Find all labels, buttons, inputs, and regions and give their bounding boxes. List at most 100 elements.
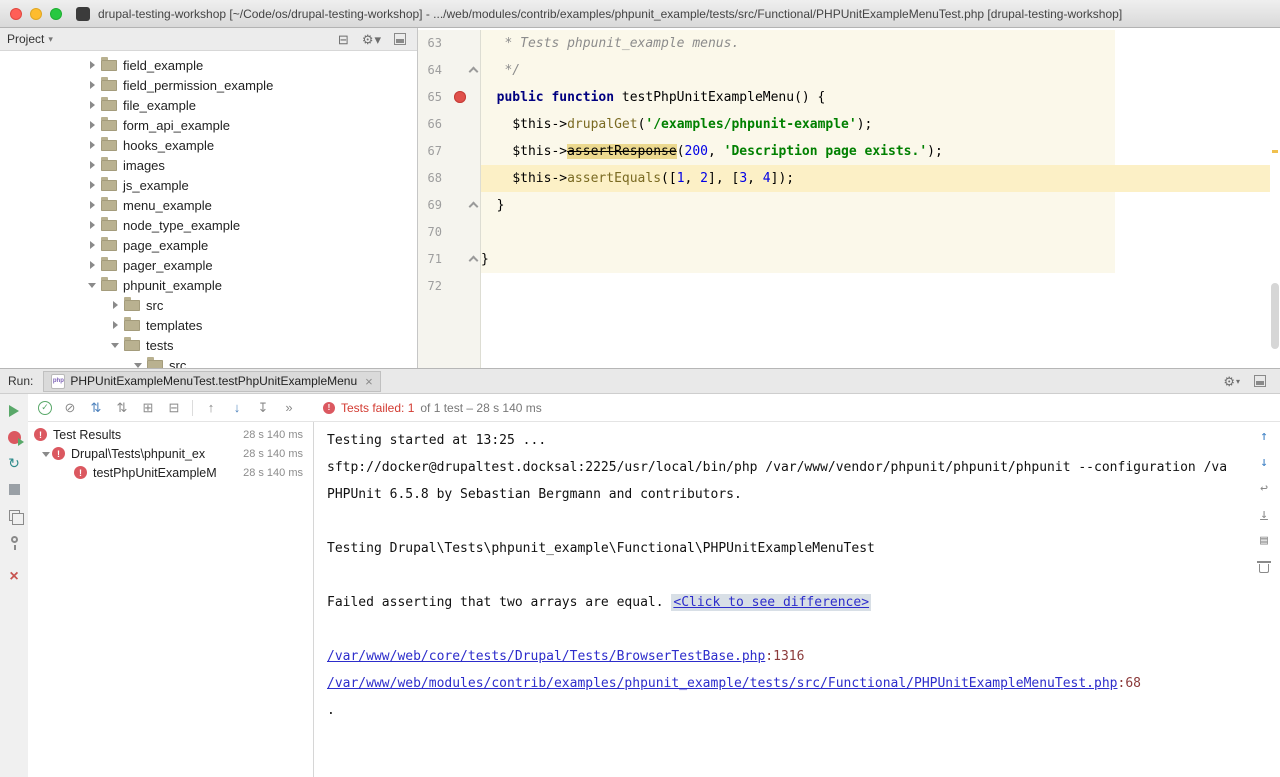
- tests-failed-text: Tests failed: 1: [341, 401, 414, 415]
- collapse-all-button[interactable]: ⊟: [166, 400, 182, 416]
- project-tree-item[interactable]: pager_example: [0, 255, 417, 275]
- minimize-window-button[interactable]: [30, 8, 42, 20]
- project-tree-item[interactable]: field_permission_example: [0, 75, 417, 95]
- diff-link[interactable]: <Click to see difference>: [671, 594, 871, 611]
- chevron-right-icon[interactable]: [109, 319, 121, 331]
- editor-line[interactable]: 66 $this->drupalGet('/examples/phpunit-e…: [418, 111, 1270, 138]
- warning-stripe-mark[interactable]: [1272, 150, 1278, 153]
- project-tree-item[interactable]: tests: [0, 335, 417, 355]
- show-passed-button[interactable]: ✓: [38, 401, 52, 415]
- file-link[interactable]: /var/www/web/core/tests/Drupal/Tests/Bro…: [327, 649, 765, 664]
- run-settings-gear-icon[interactable]: ⚙▾: [1223, 375, 1240, 388]
- overflow-button[interactable]: »: [281, 400, 297, 416]
- chevron-right-icon[interactable]: [86, 259, 98, 271]
- test-tree[interactable]: !Test Results28 s 140 ms!Drupal\Tests\ph…: [28, 422, 314, 777]
- editor-line[interactable]: 63 * Tests phpunit_example menus.: [418, 30, 1270, 57]
- test-tree-item[interactable]: !testPhpUnitExampleM28 s 140 ms: [28, 463, 313, 482]
- chevron-right-icon[interactable]: [86, 159, 98, 171]
- show-ignored-button[interactable]: ⊘: [62, 400, 78, 416]
- chevron-right-icon[interactable]: [86, 239, 98, 251]
- editor-line[interactable]: 65 public function testPhpUnitExampleMen…: [418, 84, 1270, 111]
- chevron-right-icon[interactable]: [86, 179, 98, 191]
- rerun-failed-tests-button[interactable]: [6, 430, 22, 444]
- project-tree-item[interactable]: form_api_example: [0, 115, 417, 135]
- project-tree-item[interactable]: file_example: [0, 95, 417, 115]
- collapse-all-icon[interactable]: ⊟: [338, 33, 349, 46]
- print-button[interactable]: ▤: [1255, 533, 1273, 548]
- chevron-right-icon[interactable]: [86, 199, 98, 211]
- settings-gear-icon[interactable]: ⚙▾: [362, 33, 381, 46]
- test-failed-gutter-icon[interactable]: [454, 91, 466, 103]
- file-link[interactable]: /var/www/web/modules/contrib/examples/ph…: [327, 676, 1118, 691]
- zoom-window-button[interactable]: [50, 8, 62, 20]
- restore-layout-button[interactable]: [6, 508, 22, 522]
- toolbar-separator: [192, 400, 193, 416]
- close-window-button[interactable]: [10, 8, 22, 20]
- editor-line[interactable]: 72: [418, 273, 1270, 300]
- hide-panel-icon[interactable]: [394, 33, 406, 45]
- sort-alphabetically-button[interactable]: ⇅: [88, 400, 104, 416]
- fold-marker-icon[interactable]: [469, 202, 479, 212]
- chevron-down-icon[interactable]: [40, 448, 52, 460]
- project-tree-item[interactable]: src: [0, 295, 417, 315]
- editor-line[interactable]: 64 */: [418, 57, 1270, 84]
- caret-down-icon: ▾: [374, 33, 381, 46]
- chevron-right-icon[interactable]: [86, 79, 98, 91]
- project-tree-item[interactable]: templates: [0, 315, 417, 335]
- chevron-right-icon[interactable]: [86, 59, 98, 71]
- chevron-right-icon[interactable]: [109, 299, 121, 311]
- scroll-to-end-button[interactable]: ↓: [1255, 507, 1273, 522]
- project-tree-item[interactable]: js_example: [0, 175, 417, 195]
- previous-failed-test-button[interactable]: ↑: [203, 400, 219, 416]
- project-tree-item[interactable]: hooks_example: [0, 135, 417, 155]
- toggle-auto-test-button[interactable]: ↻: [6, 456, 22, 470]
- project-tree-item[interactable]: field_example: [0, 55, 417, 75]
- project-tree-item[interactable]: src: [0, 355, 417, 368]
- fold-marker-icon[interactable]: [469, 67, 479, 77]
- fold-marker-icon[interactable]: [469, 256, 479, 266]
- expand-all-button[interactable]: ⊞: [140, 400, 156, 416]
- up-stack-trace-button[interactable]: ↑: [1255, 429, 1273, 444]
- editor[interactable]: 63 * Tests phpunit_example menus.64 */65…: [418, 28, 1280, 368]
- chevron-down-icon[interactable]: ▾: [48, 34, 53, 45]
- editor-line[interactable]: 68 $this->assertEquals([1, 2], [3, 4]);: [418, 165, 1270, 192]
- run-tab[interactable]: php PHPUnitExampleMenuTest.testPhpUnitEx…: [43, 371, 380, 392]
- editor-line[interactable]: 71}: [418, 246, 1270, 273]
- project-tree-item[interactable]: menu_example: [0, 195, 417, 215]
- folder-name: images: [123, 158, 165, 173]
- rerun-button[interactable]: [6, 404, 22, 418]
- project-panel-title[interactable]: Project: [7, 32, 44, 46]
- project-tree-item[interactable]: page_example: [0, 235, 417, 255]
- pin-tab-button[interactable]: [6, 534, 22, 548]
- hide-window-icon[interactable]: [1254, 375, 1266, 387]
- import-test-results-button[interactable]: ↧: [255, 400, 271, 416]
- chevron-down-icon[interactable]: [86, 279, 98, 291]
- editor-line[interactable]: 70: [418, 219, 1270, 246]
- project-tree[interactable]: field_examplefield_permission_examplefil…: [0, 51, 417, 368]
- chevron-down-icon[interactable]: [132, 359, 144, 368]
- editor-line[interactable]: 69 }: [418, 192, 1270, 219]
- close-button[interactable]: ×: [6, 570, 22, 584]
- next-failed-test-button[interactable]: ↓: [229, 400, 245, 416]
- stop-button[interactable]: [6, 482, 22, 496]
- project-tree-item[interactable]: phpunit_example: [0, 275, 417, 295]
- editor-line[interactable]: 67 $this->assertResponse(200, 'Descripti…: [418, 138, 1270, 165]
- down-stack-trace-button[interactable]: ↓: [1255, 455, 1273, 470]
- chevron-down-icon[interactable]: [109, 339, 121, 351]
- chevron-right-icon[interactable]: [86, 219, 98, 231]
- scrollbar-thumb[interactable]: [1271, 283, 1279, 349]
- test-tree-item[interactable]: !Test Results28 s 140 ms: [28, 425, 313, 444]
- chevron-right-icon[interactable]: [86, 99, 98, 111]
- editor-scrollbar[interactable]: [1270, 28, 1280, 368]
- chevron-right-icon[interactable]: [86, 139, 98, 151]
- project-tree-item[interactable]: images: [0, 155, 417, 175]
- soft-wrap-button[interactable]: ↩: [1255, 481, 1273, 496]
- project-tree-item[interactable]: node_type_example: [0, 215, 417, 235]
- console-output[interactable]: ↑ ↓ ↩ ↓ ▤ Testing started at 13:25 ...sf…: [314, 422, 1280, 777]
- sort-by-duration-button[interactable]: ⇅: [114, 400, 130, 416]
- console-text: PHPUnit 6.5.8 by Sebastian Bergmann and …: [327, 487, 742, 502]
- clear-all-button[interactable]: [1255, 559, 1273, 574]
- chevron-right-icon[interactable]: [86, 119, 98, 131]
- test-tree-item[interactable]: !Drupal\Tests\phpunit_ex28 s 140 ms: [28, 444, 313, 463]
- close-tab-icon[interactable]: ×: [365, 375, 373, 388]
